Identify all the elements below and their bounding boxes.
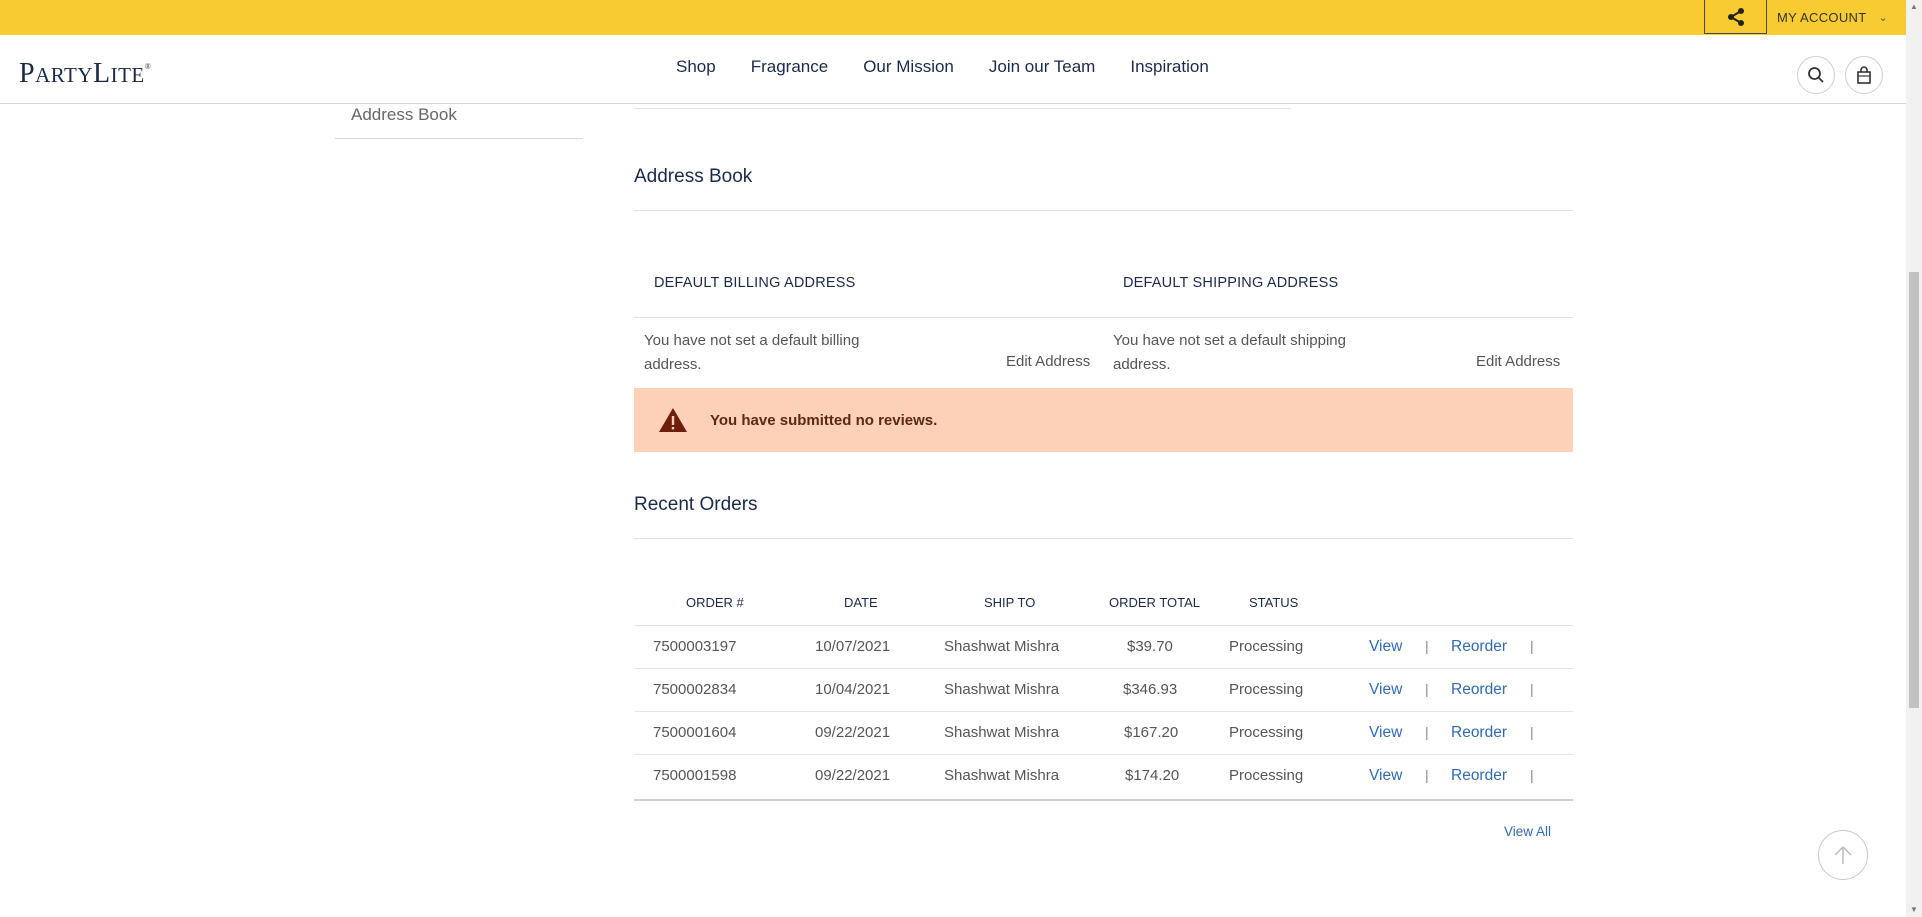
arrow-up-icon	[1834, 845, 1852, 864]
billing-address-heading: DEFAULT BILLING ADDRESS	[654, 275, 856, 291]
view-order-link[interactable]: View	[1369, 767, 1402, 785]
main-nav: Shop Fragrance Our Mission Join our Team…	[676, 57, 1244, 77]
edit-billing-address-link[interactable]: Edit Address	[1006, 353, 1090, 370]
billing-address-text: You have not set a default billing addre…	[644, 332, 860, 373]
table-row: 7500002834 10/04/2021 Shashwat Mishra $3…	[634, 669, 1573, 712]
reorder-link[interactable]: Reorder	[1451, 681, 1507, 699]
reorder-link[interactable]: Reorder	[1451, 724, 1507, 742]
order-ship-to: Shashwat Mishra	[944, 638, 1060, 655]
scroll-thumb[interactable]	[1909, 272, 1919, 708]
order-total: $167.20	[1124, 724, 1179, 741]
table-row: 7500001604 09/22/2021 Shashwat Mishra $1…	[634, 712, 1573, 755]
sidebar-item-address-book[interactable]: Address Book	[335, 105, 583, 139]
order-number: 7500001604	[653, 724, 737, 741]
shopping-bag-icon	[1857, 66, 1871, 84]
order-status: Processing	[1229, 767, 1304, 784]
nav-item-join-our-team[interactable]: Join our Team	[989, 57, 1095, 77]
chevron-down-icon: ⌄	[1878, 12, 1888, 24]
top-utility-bar: MY ACCOUNT ⌄	[0, 0, 1906, 35]
search-button[interactable]	[1797, 56, 1835, 94]
divider	[634, 108, 1291, 109]
order-total: $346.93	[1123, 681, 1178, 698]
order-status: Processing	[1229, 638, 1304, 655]
my-account-menu[interactable]: MY ACCOUNT ⌄	[1777, 0, 1888, 35]
link-separator: |	[1530, 724, 1534, 740]
cart-button[interactable]	[1845, 56, 1883, 94]
link-separator: |	[1530, 767, 1534, 783]
view-all-orders-link[interactable]: View All	[1504, 824, 1551, 839]
column-header-ship-to: SHIP TO	[984, 595, 1036, 610]
order-ship-to: Shashwat Mishra	[944, 724, 1060, 741]
link-separator: |	[1425, 767, 1429, 783]
view-order-link[interactable]: View	[1369, 681, 1402, 699]
column-header-status: STATUS	[1249, 595, 1299, 610]
table-row: 7500001598 09/22/2021 Shashwat Mishra $1…	[634, 755, 1573, 798]
address-book-title: Address Book	[634, 166, 753, 187]
order-ship-to: Shashwat Mishra	[944, 767, 1060, 784]
shipping-address-heading: DEFAULT SHIPPING ADDRESS	[1123, 275, 1339, 291]
view-order-link[interactable]: View	[1369, 724, 1402, 742]
link-separator: |	[1425, 681, 1429, 697]
order-number: 7500003197	[653, 638, 737, 655]
order-status: Processing	[1229, 681, 1304, 698]
nav-item-our-mission[interactable]: Our Mission	[863, 57, 954, 77]
scroll-up-arrow[interactable]: ▲	[1906, 0, 1922, 14]
warning-icon	[659, 408, 687, 432]
divider	[634, 538, 1573, 539]
order-date: 09/22/2021	[815, 724, 891, 741]
order-total: $39.70	[1127, 638, 1173, 655]
order-date: 10/07/2021	[815, 638, 891, 655]
link-separator: |	[1530, 681, 1534, 697]
link-separator: |	[1425, 724, 1429, 740]
share-icon	[1727, 7, 1744, 26]
order-total: $174.20	[1125, 767, 1180, 784]
table-bottom-border	[634, 799, 1573, 801]
column-header-date: DATE	[844, 595, 878, 610]
divider	[634, 210, 1573, 211]
order-ship-to: Shashwat Mishra	[944, 681, 1060, 698]
nav-item-fragrance[interactable]: Fragrance	[751, 57, 828, 77]
column-header-order: ORDER #	[686, 595, 744, 610]
order-date: 10/04/2021	[815, 681, 891, 698]
nav-item-shop[interactable]: Shop	[676, 57, 716, 77]
view-order-link[interactable]: View	[1369, 638, 1402, 656]
no-reviews-alert: You have submitted no reviews.	[634, 388, 1573, 452]
edit-shipping-address-link[interactable]: Edit Address	[1476, 353, 1560, 370]
shipping-address-text: You have not set a default shipping addr…	[1113, 332, 1346, 373]
search-icon	[1808, 67, 1824, 83]
order-number: 7500002834	[653, 681, 737, 698]
reorder-link[interactable]: Reorder	[1451, 767, 1507, 785]
page-scrollbar[interactable]: ▲ ▼	[1906, 0, 1922, 917]
order-number: 7500001598	[653, 767, 737, 784]
my-account-label: MY ACCOUNT	[1777, 10, 1867, 25]
back-to-top-button[interactable]	[1818, 830, 1868, 880]
column-header-order-total: ORDER TOTAL	[1109, 595, 1201, 610]
link-separator: |	[1530, 638, 1534, 654]
order-status: Processing	[1229, 724, 1304, 741]
nav-item-inspiration[interactable]: Inspiration	[1130, 57, 1208, 77]
alert-message: You have submitted no reviews.	[710, 411, 938, 429]
table-row: 7500003197 10/07/2021 Shashwat Mishra $3…	[634, 626, 1573, 669]
site-header: PARTYLITE® Shop Fragrance Our Mission Jo…	[0, 35, 1906, 104]
reorder-link[interactable]: Reorder	[1451, 638, 1507, 656]
order-date: 09/22/2021	[815, 767, 891, 784]
partylite-logo[interactable]: PARTYLITE®	[19, 58, 151, 90]
recent-orders-title: Recent Orders	[634, 494, 758, 515]
share-button[interactable]	[1704, 0, 1767, 34]
scroll-down-arrow[interactable]: ▼	[1906, 903, 1922, 917]
divider	[634, 317, 1573, 318]
link-separator: |	[1425, 638, 1429, 654]
